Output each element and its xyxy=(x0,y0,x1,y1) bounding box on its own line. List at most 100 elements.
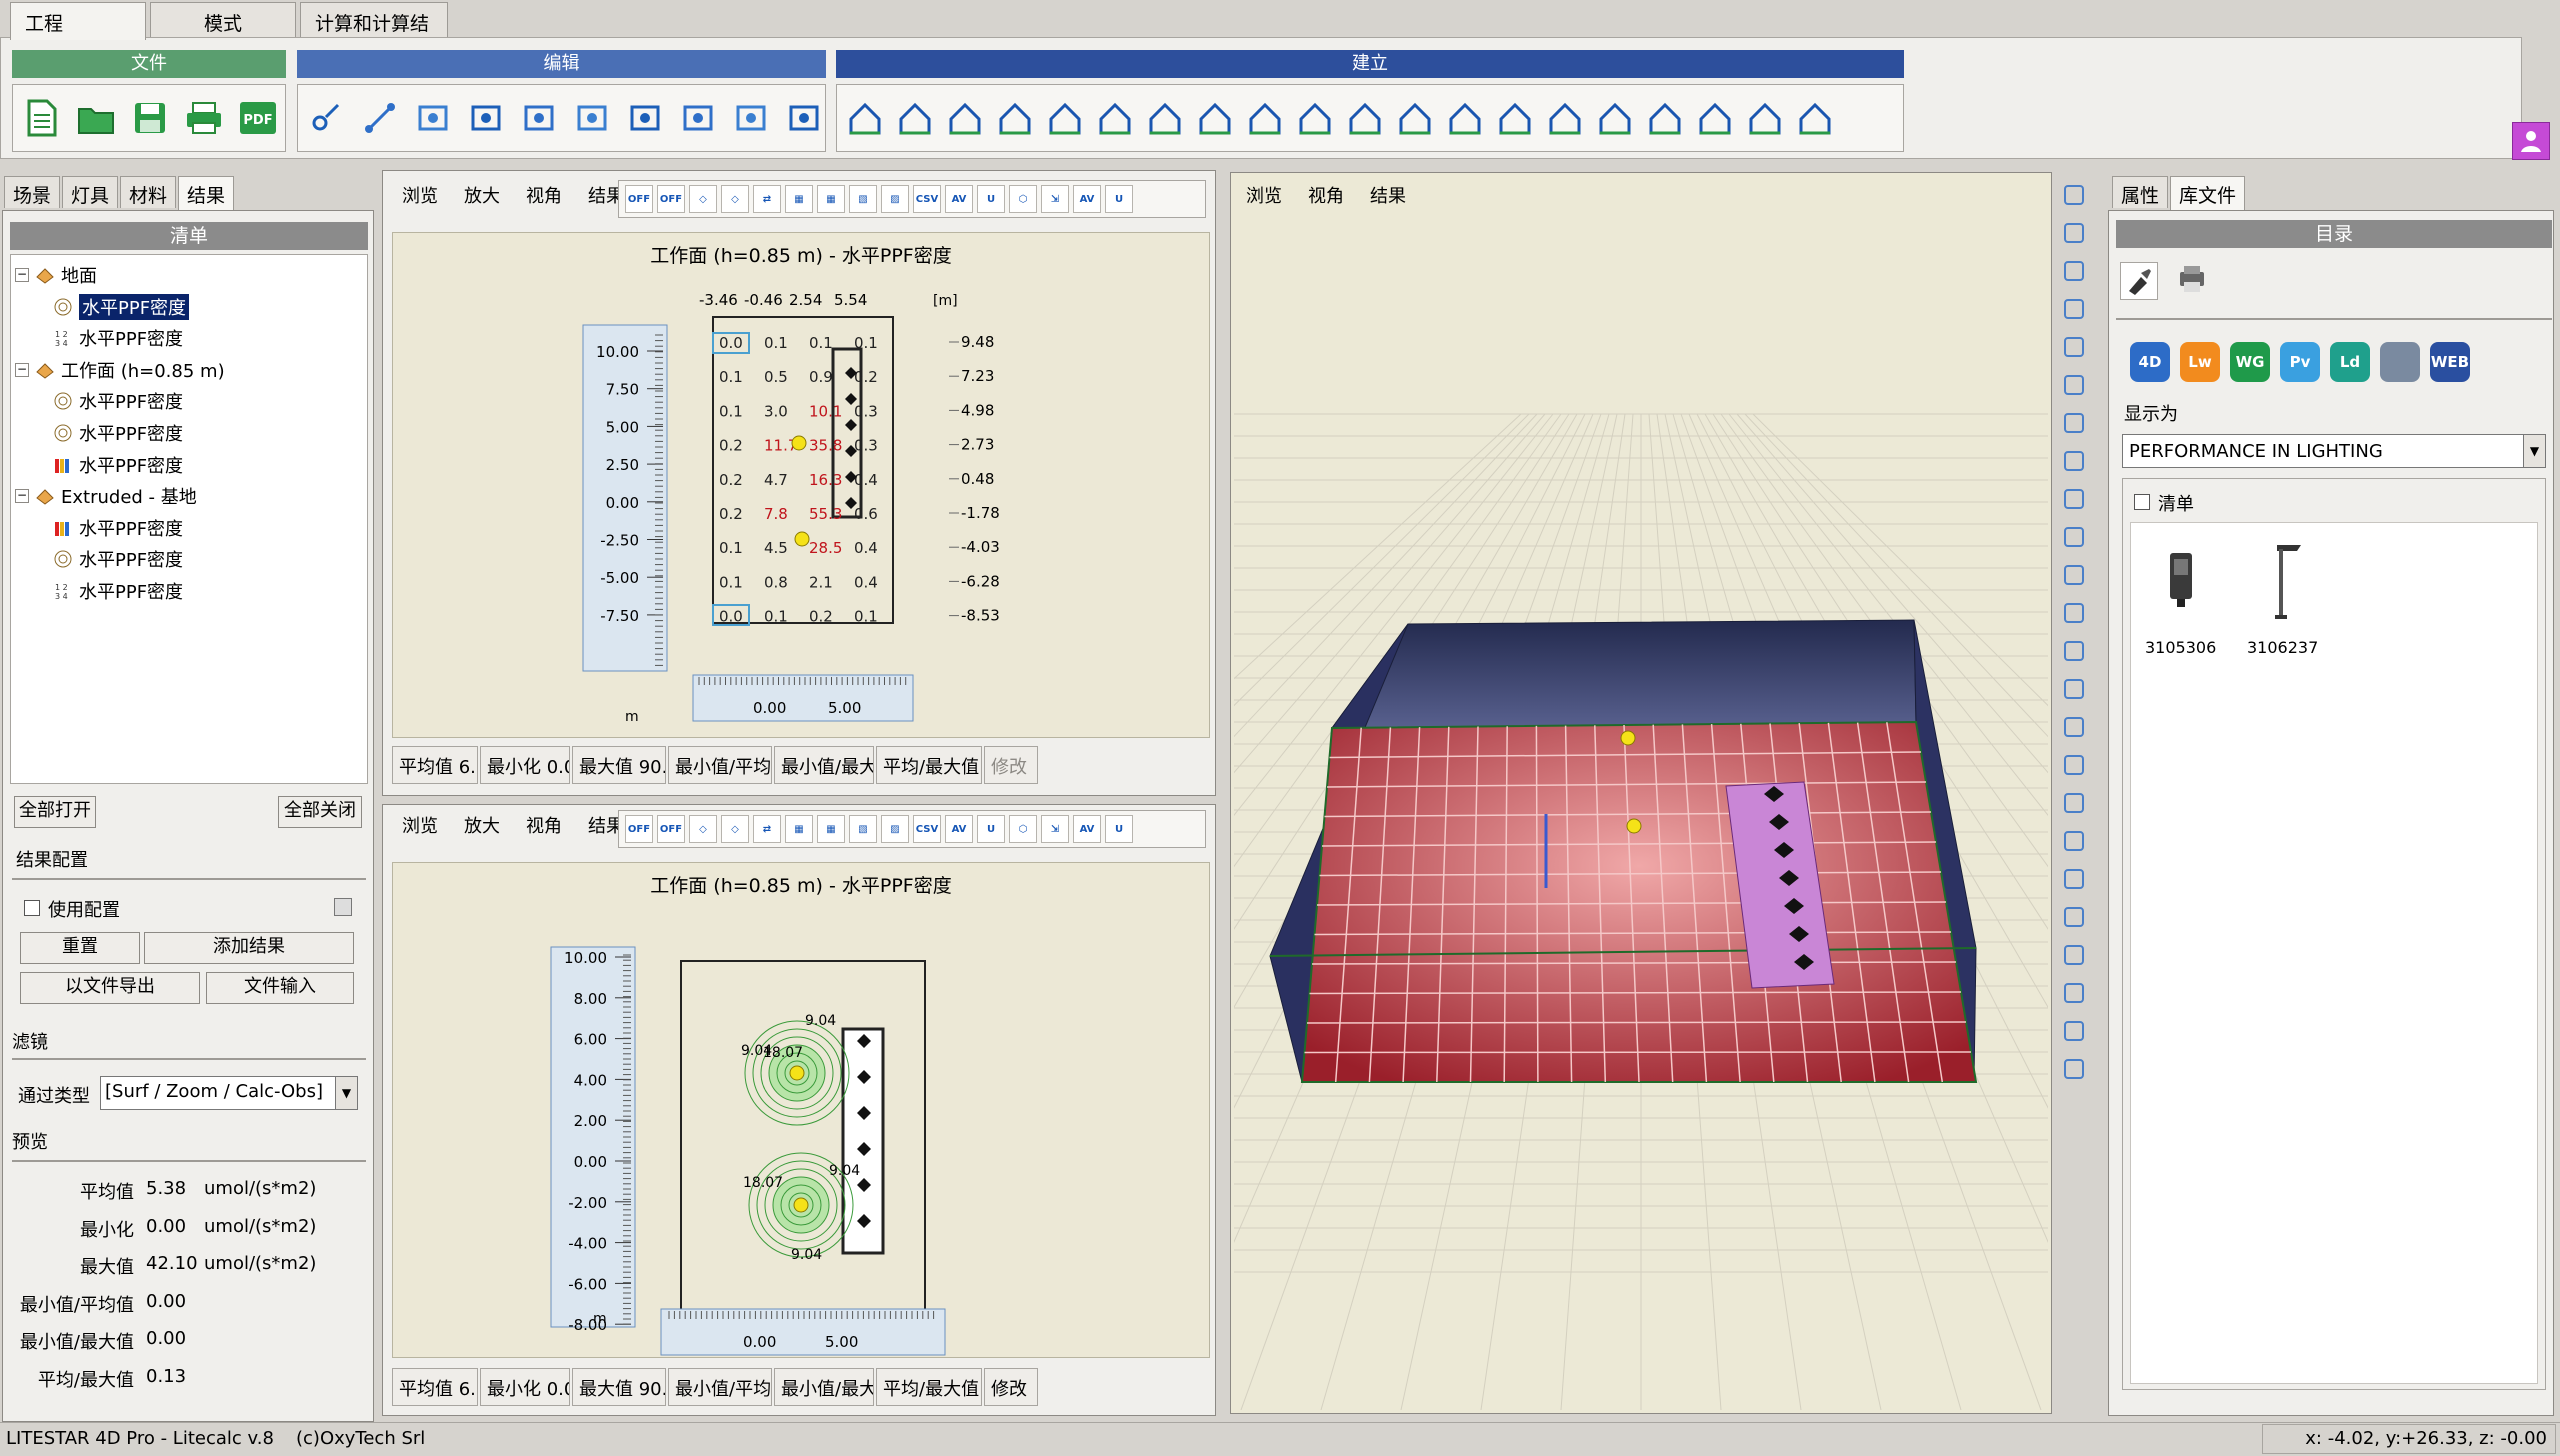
modify-button[interactable]: 修改 xyxy=(984,1368,1038,1406)
print-icon[interactable] xyxy=(183,97,225,139)
tree-leaf[interactable]: 水平PPF密度 xyxy=(53,419,183,447)
arrow-right-icon[interactable] xyxy=(2059,218,2089,248)
view-box-icon[interactable] xyxy=(2059,446,2089,476)
grid-points-icon[interactable] xyxy=(518,97,559,139)
hierarchy-icon[interactable] xyxy=(731,97,772,139)
garden-icon[interactable] xyxy=(995,97,1035,139)
desk-icon[interactable] xyxy=(1445,97,1485,139)
grid-icon[interactable]: ▦ xyxy=(785,185,813,213)
tab-project[interactable]: 工程 xyxy=(10,2,146,40)
rotate-3d-icon[interactable] xyxy=(2059,598,2089,628)
pointer-icon[interactable]: ⇲ xyxy=(1041,185,1069,213)
axis-icon[interactable] xyxy=(2059,408,2089,438)
soccer-ball-icon[interactable] xyxy=(1045,97,1085,139)
face-front-icon[interactable] xyxy=(2059,788,2089,818)
dotted-circle-icon[interactable] xyxy=(1645,97,1685,139)
tab-results[interactable]: 结果 xyxy=(178,176,235,210)
rotate-right-icon[interactable] xyxy=(2059,560,2089,590)
view-menu-item[interactable]: 视角 xyxy=(526,182,562,208)
collapse-icon[interactable]: − xyxy=(15,362,29,377)
table-icon[interactable]: ▦ xyxy=(817,185,845,213)
csv-icon[interactable]: CSV xyxy=(913,815,941,843)
table-icon[interactable]: ▦ xyxy=(817,815,845,843)
csv-icon[interactable]: CSV xyxy=(913,185,941,213)
add-result-button[interactable]: 添加结果 xyxy=(144,932,354,964)
off-max-icon[interactable]: OFF xyxy=(657,185,685,213)
hand-icon[interactable] xyxy=(2059,712,2089,742)
color-icon[interactable]: ▧ xyxy=(849,185,877,213)
ungroup-icon[interactable] xyxy=(784,97,825,139)
pdf-export-icon[interactable]: PDF xyxy=(237,97,279,139)
display-as-select[interactable]: PERFORMANCE IN LIGHTING ▼ xyxy=(2122,434,2546,468)
down-icon[interactable] xyxy=(2059,674,2089,704)
tree-leaf[interactable]: 水平PPF密度 xyxy=(53,293,190,321)
tunnel-icon[interactable] xyxy=(1245,97,1285,139)
view-menu-item[interactable]: 视角 xyxy=(1308,182,1344,208)
view-menu-item[interactable]: 浏览 xyxy=(1246,182,1282,208)
road-icon[interactable] xyxy=(1095,97,1135,139)
legend-icon[interactable]: ▨ xyxy=(881,185,909,213)
tree-node[interactable]: − 工作面 (h=0.85 m) xyxy=(15,356,225,384)
open-folder-icon[interactable] xyxy=(75,97,117,139)
off-min-icon[interactable]: OFF xyxy=(625,815,653,843)
legend-icon[interactable]: ▨ xyxy=(881,815,909,843)
printer-library-icon[interactable] xyxy=(2174,262,2212,300)
luminaire-marker[interactable] xyxy=(789,1065,805,1081)
building-icon[interactable] xyxy=(1345,97,1385,139)
tree-node[interactable]: − Extruded - 基地 xyxy=(15,482,197,510)
field-icon[interactable] xyxy=(1545,97,1585,139)
close-all-button[interactable]: 全部关闭 xyxy=(278,796,362,828)
list-checkbox[interactable] xyxy=(2134,494,2150,510)
view-top-icon[interactable] xyxy=(2059,484,2089,514)
3d-scene[interactable] xyxy=(1234,214,2048,1410)
face-right-icon[interactable] xyxy=(2059,902,2089,932)
tree-leaf[interactable]: 水平PPF密度 xyxy=(53,514,183,542)
face-left-icon[interactable] xyxy=(2059,864,2089,894)
rotate-left-icon[interactable] xyxy=(2059,522,2089,552)
point-icon[interactable] xyxy=(306,97,347,139)
av-icon[interactable]: AV xyxy=(945,185,973,213)
luminaire-marker[interactable] xyxy=(1620,730,1636,746)
user-icon[interactable] xyxy=(2512,122,2550,160)
pan-icon[interactable] xyxy=(2059,636,2089,666)
view-menu-item[interactable]: 浏览 xyxy=(402,182,438,208)
u1-icon[interactable]: U xyxy=(977,185,1005,213)
use-config-checkbox[interactable] xyxy=(24,900,40,916)
delete-point-icon[interactable] xyxy=(571,97,612,139)
refresh-icon[interactable]: ⇄ xyxy=(753,185,781,213)
brand-logo[interactable]: WG xyxy=(2230,342,2270,382)
walk-icon[interactable] xyxy=(2059,332,2089,362)
view-menu-item[interactable]: 放大 xyxy=(464,812,500,838)
move-icon[interactable] xyxy=(2059,294,2089,324)
off-max-icon[interactable]: OFF xyxy=(657,815,685,843)
zoom-fit-icon[interactable]: ◇ xyxy=(689,815,717,843)
luminaire-item[interactable]: 3106237 xyxy=(2247,533,2318,659)
brand-logo[interactable]: Pv xyxy=(2280,342,2320,382)
collapse-icon[interactable]: − xyxy=(15,489,29,504)
view-menu-item[interactable]: 浏览 xyxy=(402,812,438,838)
grid-icon[interactable]: ▦ xyxy=(785,815,813,843)
import-file-button[interactable]: 文件输入 xyxy=(206,972,354,1004)
zoom-fit-icon[interactable]: ◇ xyxy=(689,185,717,213)
export-file-button[interactable]: 以文件导出 xyxy=(20,972,200,1004)
face-bottom-icon[interactable] xyxy=(2059,978,2089,1008)
zoom-region-icon[interactable]: ◇ xyxy=(721,185,749,213)
save-icon[interactable] xyxy=(129,97,171,139)
u1-icon[interactable]: U xyxy=(977,815,1005,843)
face-back-icon[interactable] xyxy=(2059,826,2089,856)
brand-logo[interactable]: Ld xyxy=(2330,342,2370,382)
al-icon[interactable]: AV xyxy=(1073,185,1101,213)
face-iso2-icon[interactable] xyxy=(2059,1054,2089,1084)
luminaire-marker[interactable] xyxy=(1626,818,1642,834)
group-icon[interactable] xyxy=(678,97,719,139)
orbit-icon[interactable] xyxy=(2059,370,2089,400)
cursor-icon[interactable] xyxy=(2059,180,2089,210)
view-menu-item[interactable]: 放大 xyxy=(464,182,500,208)
face-iso-icon[interactable] xyxy=(2059,1016,2089,1046)
greenhouse-icon[interactable] xyxy=(945,97,985,139)
box-up-icon[interactable] xyxy=(1295,97,1335,139)
tree-leaf[interactable]: 水平PPF密度 xyxy=(53,451,183,479)
fit-icon[interactable] xyxy=(2059,750,2089,780)
road-lamp-icon[interactable] xyxy=(1145,97,1185,139)
tab-mode[interactable]: 模式 xyxy=(150,2,296,38)
